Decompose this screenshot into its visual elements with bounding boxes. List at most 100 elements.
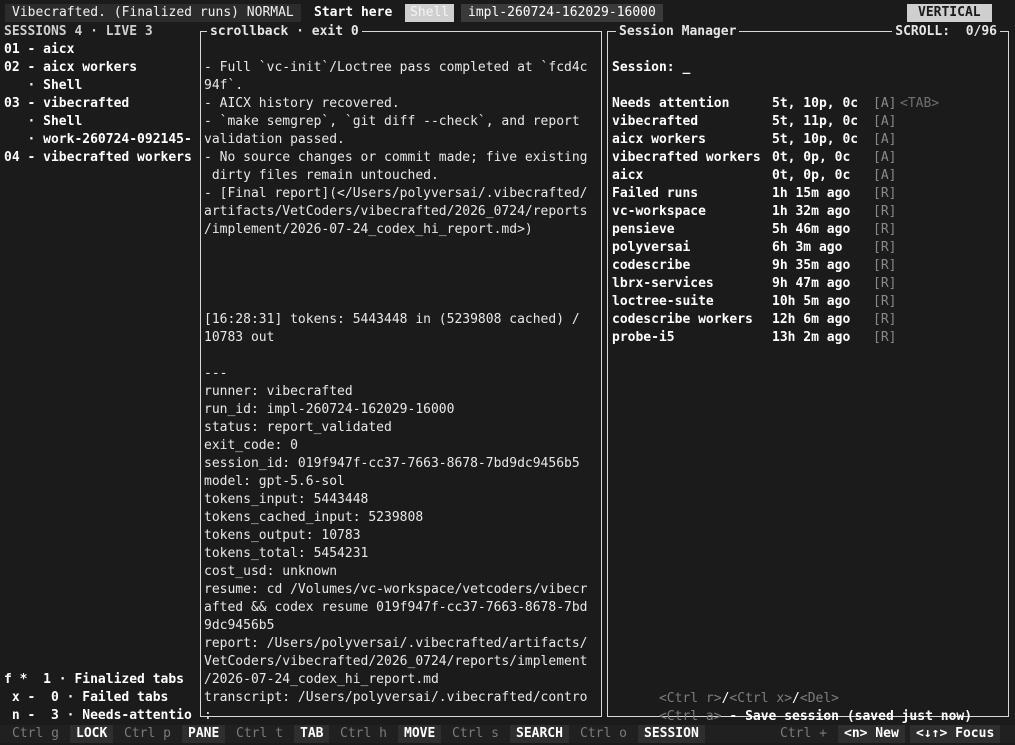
search-mode-button[interactable]: SEARCH — [510, 725, 569, 743]
scrollback-line — [204, 275, 600, 293]
session-row-name: aicx — [612, 168, 644, 183]
keybinding-bar: Ctrl g LOCK Ctrl p PANE Ctrl t TAB Ctrl … — [0, 725, 1015, 743]
session-row-stat: 5t, 10p, 0c — [772, 132, 859, 147]
session-row[interactable]: vibecrafted workers 0t, 0p, 0c [A] — [612, 149, 1006, 167]
pane-mode-button[interactable]: PANE — [182, 725, 226, 743]
new-session-button[interactable]: <n> New — [838, 725, 905, 743]
key-ctrl-o: Ctrl o — [580, 726, 627, 741]
session-subitem-work[interactable]: · work-260724-092145- — [4, 131, 200, 149]
needs-attention-tabs-count[interactable]: n - 3 · Needs-attentio — [4, 707, 200, 725]
session-row[interactable]: loctree-suite 10h 5m ago [R] — [612, 293, 1006, 311]
session-row[interactable]: probe-i5 13h 2m ago [R] — [612, 329, 1006, 347]
vertical-layout-button[interactable]: VERTICAL — [907, 4, 992, 22]
tab-shell[interactable]: Shell — [405, 4, 455, 22]
session-row[interactable]: lbrx-services 9h 47m ago [R] — [612, 275, 1006, 293]
session-subitem-shell[interactable]: · Shell — [4, 113, 200, 131]
scrollback-line: exit_code: 0 — [204, 438, 298, 453]
scrollback-line: - [Final report](</Users/polyversai/.vib… — [204, 186, 588, 201]
session-row-tag: [R] — [873, 222, 897, 237]
key-ctrl-s: Ctrl s — [452, 726, 499, 741]
move-mode-button[interactable]: MOVE — [398, 725, 442, 743]
session-row-name: aicx workers — [612, 132, 706, 147]
session-mode-button[interactable]: SESSION — [638, 725, 705, 743]
session-row[interactable]: vibecrafted 5t, 11p, 0c [A] — [612, 113, 1006, 131]
session-row-name: codescribe workers — [612, 312, 753, 327]
session-row-stat: 12h 6m ago — [772, 312, 851, 327]
session-row-tag: [A] — [873, 114, 897, 129]
scrollback-line: 9dc9456b5 — [204, 618, 275, 633]
session-row-tag: [A] — [873, 96, 897, 111]
scrollback-line: runner: vibecrafted — [204, 384, 353, 399]
session-row[interactable]: Failed runs 1h 15m ago [R] — [612, 185, 1006, 203]
session-row-stat: 0t, 0p, 0c — [772, 150, 851, 165]
scrollback-line: cost_usd: unknown — [204, 564, 338, 579]
scrollback-line: tokens_total: 5454231 — [204, 546, 369, 561]
session-row[interactable]: codescribe 9h 35m ago [R] — [612, 257, 1006, 275]
session-row-name: lbrx-services — [612, 276, 714, 291]
scrollback-line: - `make semgrep`, `git diff --check`, an… — [204, 114, 580, 129]
session-row-tag: [R] — [873, 312, 897, 327]
session-item-vibecrafted-workers[interactable]: 04 - vibecrafted workers — [4, 149, 200, 167]
session-row-stat: 1h 32m ago — [772, 204, 851, 219]
scrollback-line: dirty files remain untouched. — [204, 168, 439, 183]
session-row-name: vibecrafted — [612, 114, 699, 129]
top-bar: Vibecrafted. (Finalized runs) NORMAL Sta… — [0, 4, 1015, 22]
scroll-indicator: SCROLL: 0/96 — [892, 23, 1000, 41]
session-row[interactable]: pensieve 5h 46m ago [R] — [612, 221, 1006, 239]
key-ctrl-a: <Ctrl a> — [658, 709, 722, 724]
session-manager-pane[interactable]: Session Manager SCROLL: 0/96 Session: _ … — [607, 23, 1009, 724]
scrollback-line: afted && codex resume 019f947f-cc37-7663… — [204, 600, 588, 615]
scrollback-line: artifacts/VetCoders/vibecrafted/2026_072… — [204, 204, 588, 219]
session-row-name: polyversai — [612, 240, 691, 255]
session-item-aicx-workers[interactable]: 02 - aicx workers — [4, 59, 200, 77]
scrollback-line — [204, 347, 600, 365]
scrollback-line: : — [204, 708, 212, 723]
tab-impl-run[interactable]: impl-260724-162029-16000 — [461, 4, 663, 22]
session-row-tag: [A] — [873, 132, 897, 147]
tab-hint: <TAB> — [900, 96, 940, 111]
tab-mode-button[interactable]: TAB — [294, 725, 330, 743]
session-row[interactable]: Needs attention 5t, 10p, 0c [A] <TAB> — [612, 95, 1006, 113]
session-row[interactable]: aicx workers 5t, 10p, 0c [A] — [612, 131, 1006, 149]
session-row-stat: 13h 2m ago — [772, 330, 851, 345]
session-row[interactable]: codescribe workers 12h 6m ago [R] — [612, 311, 1006, 329]
key-ctrl-h: Ctrl h — [340, 726, 387, 741]
session-row-stat: 1h 15m ago — [772, 186, 851, 201]
session-row-tag: [R] — [873, 258, 897, 273]
session-input[interactable]: Session: _ — [612, 59, 1006, 77]
session-subitem-shell[interactable]: · Shell — [4, 77, 200, 95]
session-row-name: Failed runs — [612, 186, 699, 201]
session-item-vibecrafted[interactable]: 03 - vibecrafted — [4, 95, 200, 113]
session-row-stat: 5t, 10p, 0c — [772, 96, 859, 111]
scrollback-line: /2026-07-24_codex_hi_report.md — [204, 672, 439, 687]
scrollback-pane[interactable]: scrollback · exit 0 - Full `vc-init`/Loc… — [200, 23, 602, 723]
scrollback-line: tokens_output: 10783 — [204, 528, 361, 543]
session-row-stat: 5t, 11p, 0c — [772, 114, 859, 129]
key-ctrl-p: Ctrl p — [124, 726, 171, 741]
session-row-name: pensieve — [612, 222, 675, 237]
session-row[interactable]: aicx 0t, 0p, 0c [A] — [612, 167, 1006, 185]
scrollback-title: scrollback · exit 0 — [207, 23, 362, 41]
scrollback-line — [204, 239, 600, 257]
session-item-aicx[interactable]: 01 - aicx — [4, 41, 200, 59]
finalized-tabs-count[interactable]: f * 1 · Finalized tabs — [4, 671, 200, 689]
session-row[interactable]: polyversai 6h 3m ago [R] — [612, 239, 1006, 257]
scrollback-line: - AICX history recovered. — [204, 96, 400, 111]
session-row[interactable]: vc-workspace 1h 32m ago [R] — [612, 203, 1006, 221]
session-list: Needs attention 5t, 10p, 0c [A] <TAB> vibecr… — [612, 95, 1006, 347]
session-row-stat: 5h 46m ago — [772, 222, 851, 237]
focus-button[interactable]: <↓↑> Focus — [910, 725, 1001, 743]
scrollback-line: model: gpt-5.6-sol — [204, 474, 345, 489]
scrollback-line — [204, 293, 600, 311]
failed-tabs-count[interactable]: x - 0 · Failed tabs — [4, 689, 200, 707]
session-manager-title: Session Manager — [616, 23, 740, 41]
tab-start-here[interactable]: Start here — [314, 4, 392, 22]
sessions-sidebar: SESSIONS 4 · LIVE 3 01 - aicx 02 - aicx … — [4, 23, 200, 167]
session-row-stat: 6h 3m ago — [772, 240, 843, 255]
scrollback-line: /implement/2026-07-24_codex_hi_report.md… — [204, 222, 533, 237]
lock-mode-button[interactable]: LOCK — [70, 725, 114, 743]
session-row-stat: 9h 47m ago — [772, 276, 851, 291]
save-session-action[interactable]: - Save session (saved just now) — [722, 709, 972, 724]
session-manager-footer: <Ctrl r>/<Ctrl x>/<Del> <Ctrl a> - Save … — [612, 672, 1006, 724]
session-row-tag: [R] — [873, 240, 897, 255]
